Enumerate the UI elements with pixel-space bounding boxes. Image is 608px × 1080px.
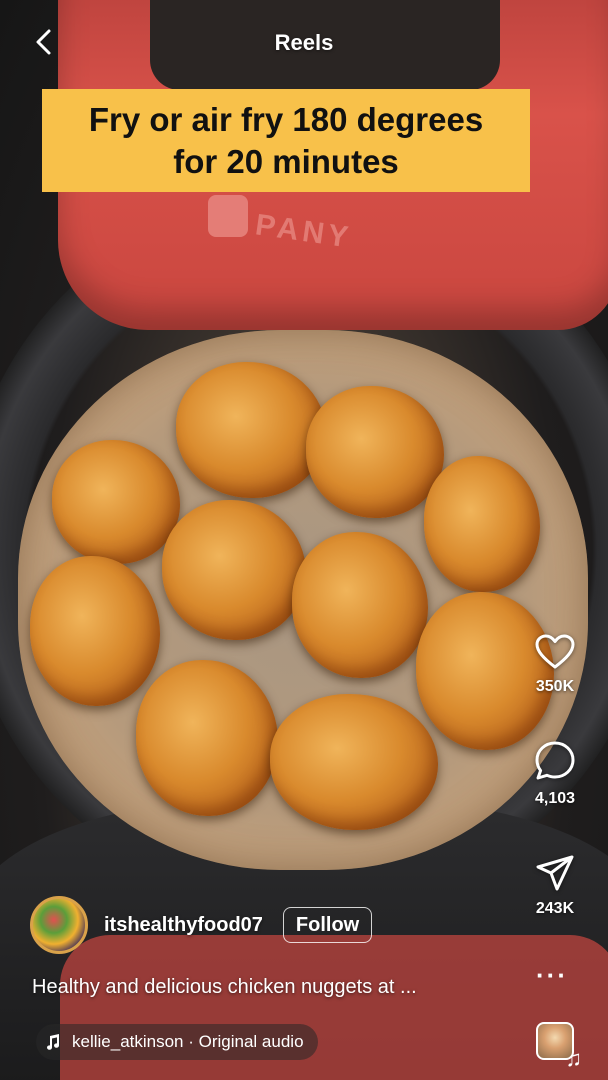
reel-video[interactable]: PANY Reels Fry or air fry 180 degrees fo…: [0, 0, 608, 1080]
brand-logo: [208, 195, 248, 237]
nugget: [176, 362, 326, 498]
nugget: [270, 694, 438, 830]
more-icon: ···: [536, 960, 568, 990]
nugget: [52, 440, 180, 564]
author-row: itshealthyfood07 Follow: [30, 896, 373, 954]
username[interactable]: itshealthyfood07: [104, 914, 263, 937]
video-caption-text: Fry or air fry 180 degrees for 20 minute…: [88, 100, 484, 180]
audio-chip[interactable]: kellie_atkinson · Original audio: [36, 1024, 318, 1060]
share-count: 243K: [535, 900, 575, 917]
page-title: Reels: [274, 30, 334, 55]
nugget: [306, 386, 444, 518]
comment-icon: [535, 741, 575, 780]
follow-button[interactable]: Follow: [282, 907, 373, 943]
more-options-button[interactable]: ···: [536, 962, 568, 988]
music-note-icon: ♫: [565, 1046, 583, 1071]
share-action[interactable]: 243K: [524, 854, 586, 918]
heart-icon: [535, 634, 575, 669]
nugget: [424, 456, 540, 592]
nugget: [136, 660, 278, 816]
audio-separator: ·: [183, 1032, 199, 1051]
like-count: 350K: [535, 678, 575, 695]
comment-count: 4,103: [534, 790, 576, 807]
comment-action[interactable]: 4,103: [524, 740, 586, 808]
video-caption-banner: Fry or air fry 180 degrees for 20 minute…: [42, 89, 530, 192]
share-icon: [536, 855, 574, 891]
post-description[interactable]: Healthy and delicious chicken nuggets at…: [32, 976, 417, 999]
music-note-icon: [47, 1034, 60, 1050]
avatar[interactable]: [30, 896, 88, 954]
audio-title: Original audio: [198, 1032, 304, 1051]
nugget: [162, 500, 306, 640]
nugget: [292, 532, 428, 678]
like-action[interactable]: 350K: [524, 634, 586, 696]
audio-author: kellie_atkinson: [72, 1032, 184, 1051]
nugget: [30, 556, 160, 706]
